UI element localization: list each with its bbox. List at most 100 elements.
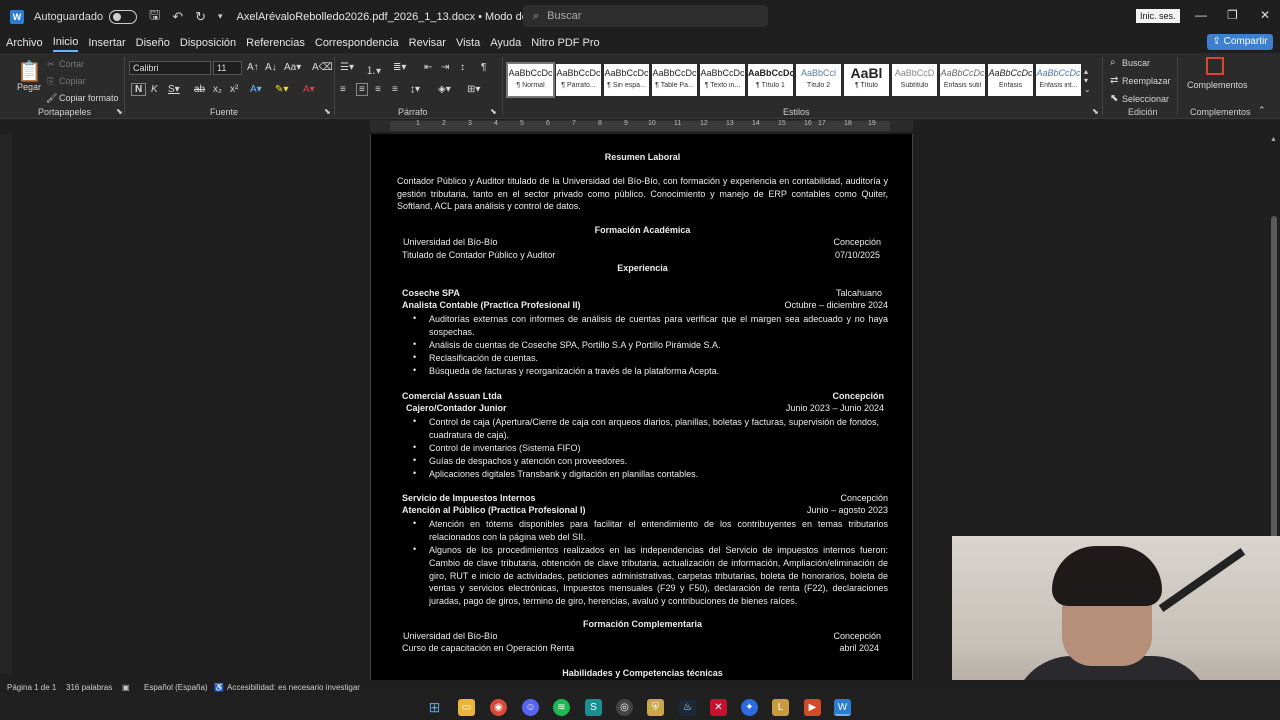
- text-effects-icon[interactable]: A▾: [250, 84, 262, 95]
- multilevel-list-icon[interactable]: ≣▾: [393, 62, 406, 73]
- find-icon[interactable]: ⌕: [1110, 57, 1116, 68]
- change-case-icon[interactable]: Aa▾: [284, 62, 301, 73]
- search-box[interactable]: ⌕ Buscar: [523, 5, 768, 27]
- style-sin-espaciado[interactable]: AaBbCcDc ¶ Sin espa...: [604, 64, 649, 96]
- numbering-icon[interactable]: ⒈▾: [366, 62, 381, 77]
- collapse-ribbon-icon[interactable]: ⌃: [1258, 105, 1266, 116]
- style-titulo-2[interactable]: AaBbCcl Título 2: [796, 64, 841, 96]
- style-table-paragraph[interactable]: AaBbCcDc ¶ Table Pa...: [652, 64, 697, 96]
- find-button[interactable]: Buscar: [1122, 58, 1150, 68]
- bold-icon[interactable]: N: [131, 83, 147, 96]
- style-titulo[interactable]: AaBl ¶ Título: [844, 64, 889, 96]
- league-icon[interactable]: L: [772, 699, 789, 716]
- horizontal-ruler[interactable]: 1 2 3 4 5 6 7 8 9 10 11 12 13 14 15 16 1…: [370, 120, 913, 132]
- clear-formatting-icon[interactable]: A⌫: [312, 62, 333, 73]
- sort-icon[interactable]: ↕: [460, 62, 465, 73]
- tab-archivo[interactable]: Archivo: [6, 35, 43, 51]
- font-size-select[interactable]: 11: [213, 61, 242, 75]
- align-center-icon[interactable]: ≡: [356, 83, 368, 96]
- tab-diseno[interactable]: Diseño: [136, 35, 170, 51]
- strikethrough-icon[interactable]: ab: [194, 84, 205, 95]
- styles-launcher-icon[interactable]: ⬊: [1092, 107, 1099, 116]
- steam-icon[interactable]: ♨: [679, 699, 696, 716]
- style-normal[interactable]: AaBbCcDc ¶ Normal: [506, 62, 555, 98]
- sign-in-button[interactable]: Inic. ses.: [1136, 9, 1180, 23]
- styles-more-icon[interactable]: ▴ ▾ ⌄: [1084, 67, 1091, 94]
- spotify-icon[interactable]: ≋: [553, 699, 570, 716]
- autosave-toggle[interactable]: [109, 9, 138, 24]
- copy-icon[interactable]: ⎘: [47, 76, 54, 87]
- word-taskbar-icon[interactable]: W: [834, 699, 851, 716]
- style-titulo-1[interactable]: AaBbCcDc ¶ Título 1: [748, 64, 793, 96]
- language-indicator[interactable]: Español (España): [144, 683, 208, 692]
- justify-icon[interactable]: ≡: [392, 84, 398, 95]
- redo-icon[interactable]: ↻: [195, 9, 206, 25]
- accessibility-icon[interactable]: ♿: [214, 683, 224, 692]
- tab-nitro[interactable]: Nitro PDF Pro: [531, 35, 599, 51]
- paste-icon[interactable]: 📋: [17, 59, 42, 84]
- save-icon[interactable]: 🖫: [149, 6, 160, 28]
- app-red-icon[interactable]: ▶: [804, 699, 821, 716]
- scroll-up-icon[interactable]: ▲: [1270, 136, 1277, 143]
- paste-button[interactable]: Pegar: [17, 82, 41, 92]
- highlight-icon[interactable]: ✎▾: [275, 84, 288, 95]
- discord-icon[interactable]: ☺: [522, 699, 539, 716]
- decrease-indent-icon[interactable]: ⇤: [424, 62, 432, 73]
- line-spacing-icon[interactable]: ↨▾: [410, 84, 420, 95]
- accessibility-status[interactable]: Accesibilidad: es necesario investigar: [227, 683, 360, 692]
- app-circle-icon[interactable]: ◎: [616, 699, 633, 716]
- windows-start-icon[interactable]: ⊞: [426, 699, 443, 716]
- tab-ayuda[interactable]: Ayuda: [490, 35, 521, 51]
- style-enfasis-intenso[interactable]: AaBbCcDc Énfasis int...: [1036, 64, 1081, 96]
- style-parrafo[interactable]: AaBbCcDc ¶ Párrafo...: [556, 64, 601, 96]
- vertical-ruler[interactable]: [0, 134, 12, 674]
- tab-disposicion[interactable]: Disposición: [180, 35, 236, 51]
- tab-insertar[interactable]: Insertar: [88, 35, 125, 51]
- share-button[interactable]: ⇪ Compartir: [1207, 34, 1273, 50]
- addins-button[interactable]: Complementos: [1187, 80, 1248, 90]
- document-page[interactable]: Resumen Laboral Contador Público y Audit…: [370, 134, 913, 680]
- tab-revisar[interactable]: Revisar: [409, 35, 446, 51]
- cut-icon[interactable]: ✂: [47, 59, 55, 70]
- page-count[interactable]: Página 1 de 1: [7, 683, 56, 692]
- app-blue-icon[interactable]: ✦: [741, 699, 758, 716]
- select-icon[interactable]: ⬉: [1110, 93, 1118, 104]
- subscript-icon[interactable]: x₂: [213, 84, 222, 95]
- style-enfasis[interactable]: AaBbCcDc Énfasis: [988, 64, 1033, 96]
- customize-toolbar-icon[interactable]: ▾: [218, 11, 223, 22]
- grow-font-icon[interactable]: A↑: [247, 62, 259, 73]
- tab-vista[interactable]: Vista: [456, 35, 480, 51]
- paragraph-launcher-icon[interactable]: ⬊: [490, 107, 497, 116]
- increase-indent-icon[interactable]: ⇥: [441, 62, 449, 73]
- minimize-icon[interactable]: —: [1195, 8, 1207, 22]
- app-s-icon[interactable]: S: [585, 699, 602, 716]
- superscript-icon[interactable]: x²: [230, 84, 238, 95]
- shrink-font-icon[interactable]: A↓: [265, 62, 277, 73]
- tab-inicio[interactable]: Inicio: [52, 34, 79, 52]
- font-launcher-icon[interactable]: ⬊: [324, 107, 331, 116]
- format-painter-button[interactable]: Copiar formato: [59, 93, 119, 103]
- italic-icon[interactable]: K: [151, 84, 158, 95]
- format-painter-icon[interactable]: 🖌: [46, 93, 57, 104]
- addins-icon[interactable]: [1206, 57, 1224, 75]
- font-name-select[interactable]: Calibri: [129, 61, 211, 75]
- shading-icon[interactable]: ◈▾: [438, 84, 451, 95]
- bullets-icon[interactable]: ☰▾: [340, 62, 354, 73]
- tab-correspondencia[interactable]: Correspondencia: [315, 35, 399, 51]
- word-count[interactable]: 316 palabras: [66, 683, 112, 692]
- proofing-icon[interactable]: ▣: [122, 683, 130, 692]
- borders-icon[interactable]: ⊞▾: [467, 84, 480, 95]
- underline-icon[interactable]: S▾: [168, 84, 180, 95]
- close-icon[interactable]: ✕: [1260, 8, 1270, 22]
- cut-button[interactable]: Cortar: [59, 59, 84, 69]
- chrome-icon[interactable]: ◉: [490, 699, 507, 716]
- copy-button[interactable]: Copiar: [59, 76, 86, 86]
- app-x-icon[interactable]: ✕: [710, 699, 727, 716]
- style-enfasis-sutil[interactable]: AaBbCcDc Énfasis sutil: [940, 64, 985, 96]
- style-texto-independiente[interactable]: AaBbCcDc ¶ Texto in...: [700, 64, 745, 96]
- undo-icon[interactable]: ↶: [172, 9, 183, 25]
- style-subtitulo[interactable]: AaBbCcD Subtítulo: [892, 64, 937, 96]
- app-shield-icon[interactable]: ⛨: [647, 699, 664, 716]
- show-marks-icon[interactable]: ¶: [481, 62, 486, 73]
- clipboard-launcher-icon[interactable]: ⬊: [116, 107, 123, 116]
